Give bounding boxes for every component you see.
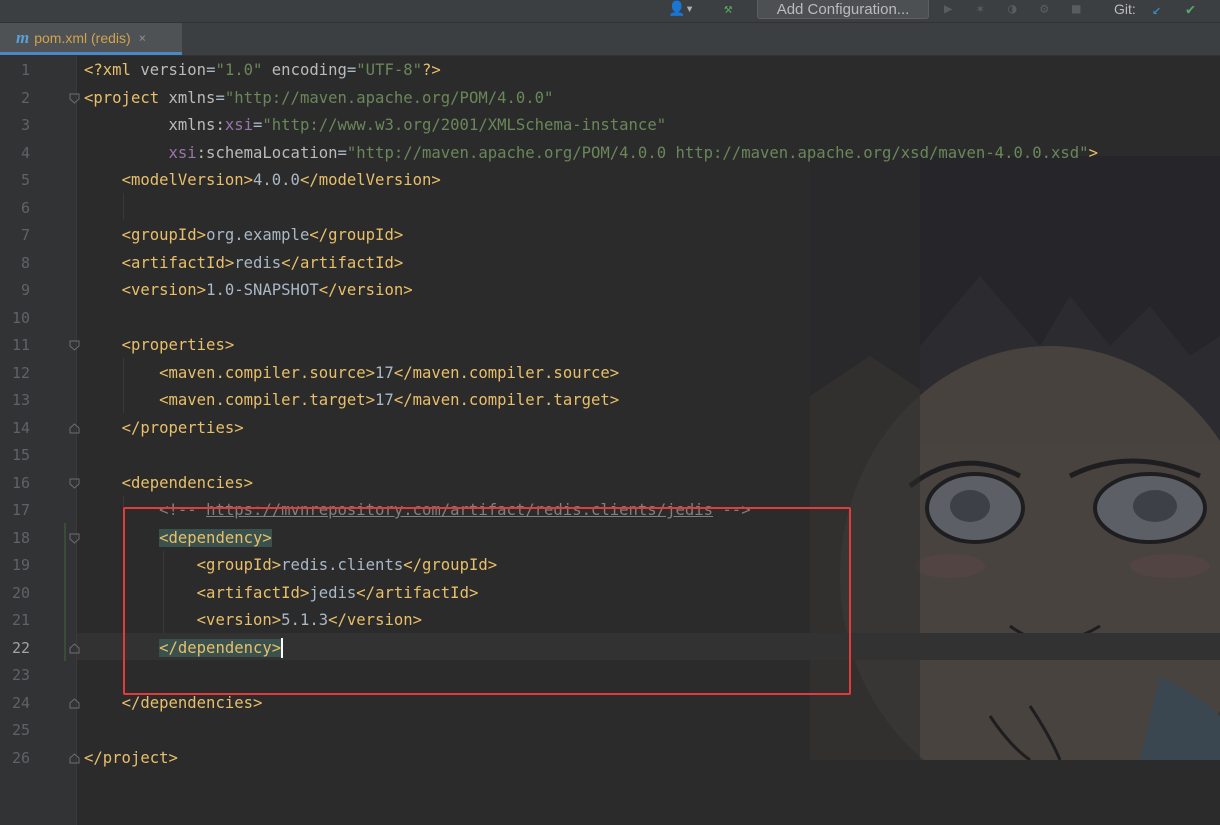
line-number: 2 xyxy=(20,88,30,107)
code-line[interactable]: 15 xyxy=(0,442,1220,470)
coverage-icon[interactable]: ◑ xyxy=(1008,0,1016,18)
fold-end-icon[interactable] xyxy=(69,642,80,654)
line-number: 26 xyxy=(11,748,30,767)
code-line[interactable]: 12 <maven.compiler.source>17</maven.comp… xyxy=(0,360,1220,388)
vcs-update-icon[interactable]: ↙ xyxy=(1152,0,1161,18)
line-number: 13 xyxy=(11,391,30,409)
main-toolbar: 👤▾ ⚒ Add Configuration... ▶ ✶ ◑ ⚙ ■ Git:… xyxy=(0,0,1220,23)
line-number: 17 xyxy=(11,501,30,519)
line-number: 12 xyxy=(11,363,30,382)
maven-file-icon: m xyxy=(16,27,30,47)
debug-icon[interactable]: ✶ xyxy=(976,0,984,18)
line-number: 23 xyxy=(11,666,30,684)
fold-end-icon[interactable] xyxy=(69,752,80,764)
line-number: 8 xyxy=(20,253,30,272)
code-line[interactable]: 13 <maven.compiler.target>17</maven.comp… xyxy=(0,387,1220,415)
stop-icon[interactable]: ■ xyxy=(1072,0,1080,18)
code-text: <groupId>org.example</groupId> xyxy=(121,226,404,244)
line-number: 19 xyxy=(11,556,30,574)
line-number: 3 xyxy=(20,116,30,134)
line-number: 22 xyxy=(11,638,30,657)
code-text: <properties> xyxy=(121,336,235,354)
annotation-highlight-box xyxy=(123,507,851,695)
line-number: 1 xyxy=(20,61,30,79)
code-line[interactable]: 1 <?xml version="1.0" encoding="UTF-8"?> xyxy=(0,57,1220,85)
close-icon[interactable]: × xyxy=(139,31,146,45)
code-line[interactable]: 9 <version>1.0-SNAPSHOT</version> xyxy=(0,277,1220,305)
fold-collapse-icon[interactable] xyxy=(69,478,80,489)
code-text: xmlns:xsi="http://www.w3.org/2001/XMLSch… xyxy=(168,116,667,134)
vcs-commit-icon[interactable]: ✔ xyxy=(1186,0,1195,18)
code-text: xsi:schemaLocation="http://maven.apache.… xyxy=(168,143,1098,162)
code-line[interactable]: 25 xyxy=(0,717,1220,745)
line-number: 16 xyxy=(11,473,30,492)
line-number: 4 xyxy=(20,143,30,162)
code-line[interactable]: 7 <groupId>org.example</groupId> xyxy=(0,222,1220,250)
git-label: Git: xyxy=(1114,1,1136,17)
code-line[interactable]: 3 xmlns:xsi="http://www.w3.org/2001/XMLS… xyxy=(0,112,1220,140)
fold-collapse-icon[interactable] xyxy=(69,93,80,104)
code-line[interactable]: 4 xsi:schemaLocation="http://maven.apach… xyxy=(0,140,1220,168)
code-text: <maven.compiler.source>17</maven.compile… xyxy=(159,363,620,382)
line-number: 18 xyxy=(11,528,30,547)
code-line[interactable]: 16 <dependencies> xyxy=(0,470,1220,498)
code-line[interactable]: 2 <project xmlns="http://maven.apache.or… xyxy=(0,85,1220,113)
add-configuration-button[interactable]: Add Configuration... xyxy=(757,0,929,19)
line-number: 14 xyxy=(11,418,30,437)
tab-pom-xml[interactable]: m pom.xml (redis) × xyxy=(0,23,182,55)
code-line[interactable]: 6 xyxy=(0,195,1220,223)
fold-collapse-icon[interactable] xyxy=(69,340,80,351)
fold-collapse-icon[interactable] xyxy=(69,533,80,544)
code-editor[interactable]: 1 <?xml version="1.0" encoding="UTF-8"?>… xyxy=(0,56,1220,825)
editor-tab-bar: m pom.xml (redis) × xyxy=(0,23,1220,56)
code-text: <version>1.0-SNAPSHOT</version> xyxy=(121,281,413,299)
user-icon[interactable]: 👤▾ xyxy=(668,0,706,18)
code-text: <modelVersion>4.0.0</modelVersion> xyxy=(121,171,441,189)
line-number: 7 xyxy=(20,226,30,244)
code-line[interactable]: 11 <properties> xyxy=(0,332,1220,360)
code-line[interactable]: 26 </project> xyxy=(0,745,1220,773)
hammer-icon[interactable]: ⚒ xyxy=(724,0,746,18)
line-number: 9 xyxy=(20,281,30,299)
run-icon[interactable]: ▶ xyxy=(944,0,952,18)
code-line[interactable]: 14 </properties> xyxy=(0,415,1220,443)
fold-end-icon[interactable] xyxy=(69,697,80,709)
code-text: <dependencies> xyxy=(121,473,253,492)
fold-end-icon[interactable] xyxy=(69,422,80,434)
code-line[interactable]: 5 <modelVersion>4.0.0</modelVersion> xyxy=(0,167,1220,195)
line-number: 5 xyxy=(20,171,30,189)
code-line[interactable]: 8 <artifactId>redis</artifactId> xyxy=(0,250,1220,278)
profile-icon[interactable]: ⚙ xyxy=(1040,0,1048,18)
line-number: 10 xyxy=(11,308,30,327)
line-number: 25 xyxy=(11,721,30,739)
tab-label: pom.xml (redis) xyxy=(34,29,131,46)
line-number: 6 xyxy=(20,198,30,217)
line-number: 11 xyxy=(11,336,30,354)
line-number: 20 xyxy=(11,583,30,602)
code-text: </project> xyxy=(84,748,178,767)
code-text: <artifactId>redis</artifactId> xyxy=(121,253,404,272)
line-number: 21 xyxy=(11,611,30,629)
code-text: </properties> xyxy=(121,418,244,437)
line-number: 15 xyxy=(11,446,30,464)
line-number: 24 xyxy=(11,693,30,712)
code-text: <maven.compiler.target>17</maven.compile… xyxy=(159,391,620,409)
code-line[interactable]: 10 xyxy=(0,305,1220,333)
code-text: <project xmlns="http://maven.apache.org/… xyxy=(84,88,554,107)
code-text: <?xml version="1.0" encoding="UTF-8"?> xyxy=(84,61,441,79)
